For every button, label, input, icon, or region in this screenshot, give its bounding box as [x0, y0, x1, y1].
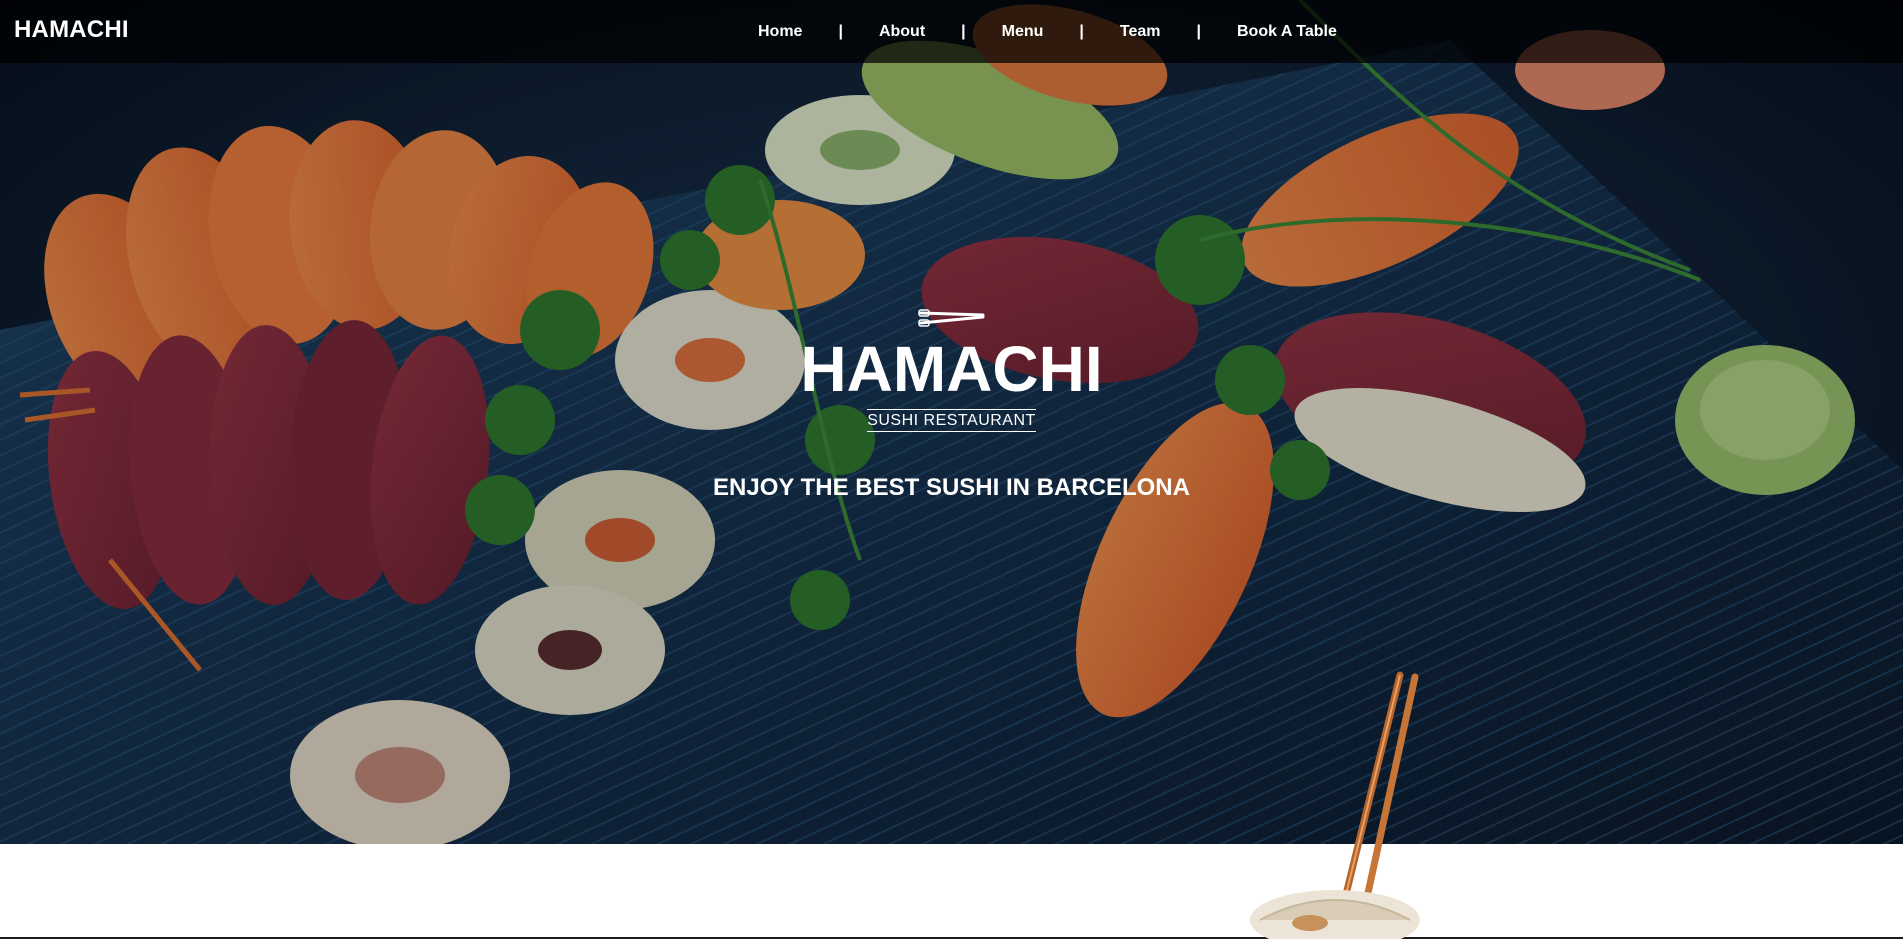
brand-logo[interactable]: HAMACHI [14, 16, 129, 44]
nav-link-home[interactable]: Home [740, 23, 820, 41]
hero-content: HAMACHI SUSHI RESTAURANT ENJOY THE BEST … [0, 305, 1903, 502]
nav-separator: | [838, 23, 843, 40]
nav-separator: | [1079, 23, 1084, 40]
nav-separator: | [961, 23, 966, 40]
main-nav: Home | About | Menu | Team | Book A Tabl… [740, 20, 1355, 44]
nav-link-menu[interactable]: Menu [984, 23, 1062, 41]
hero-title: HAMACHI [800, 333, 1103, 405]
next-section-start [0, 844, 1903, 939]
chopsticks-gyoza-decoration [1250, 671, 1420, 939]
top-navbar: HAMACHI Home | About | Menu | Team | Boo… [0, 0, 1903, 63]
chopsticks-icon [917, 309, 984, 327]
nav-link-book-a-table[interactable]: Book A Table [1219, 23, 1355, 41]
hero-section: HAMACHI SUSHI RESTAURANT ENJOY THE BEST … [0, 0, 1903, 844]
nav-link-team[interactable]: Team [1102, 23, 1179, 41]
hero-tagline: ENJOY THE BEST SUSHI IN BARCELONA [713, 474, 1190, 501]
nav-separator: | [1196, 23, 1201, 40]
hero-subtitle: SUSHI RESTAURANT [867, 412, 1036, 429]
nav-link-about[interactable]: About [861, 23, 943, 41]
hero-subtitle-box: SUSHI RESTAURANT [867, 409, 1036, 432]
